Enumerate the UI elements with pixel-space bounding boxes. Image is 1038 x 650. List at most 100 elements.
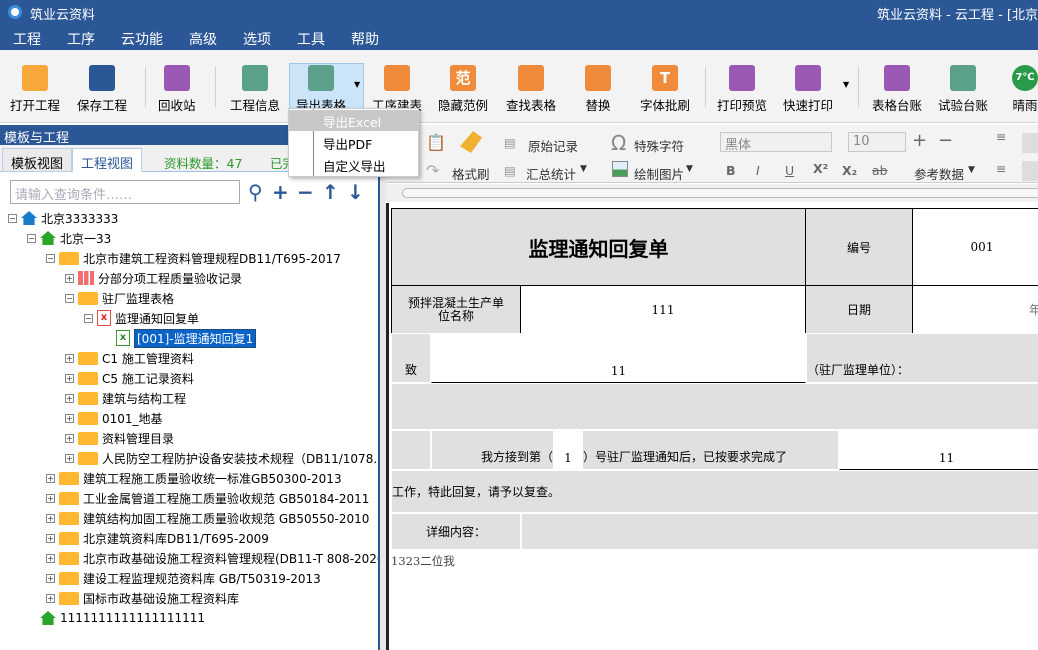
increase-font-icon[interactable]: + <box>912 130 927 151</box>
chevron-down-icon[interactable]: ▼ <box>354 80 360 89</box>
superscript-button[interactable]: X² <box>813 161 828 176</box>
tree-node[interactable]: − 北京市建筑工程资料管理规程DB11/T695-2017 <box>46 248 341 268</box>
tree-node[interactable]: + C5 施工记录资料 <box>65 368 194 388</box>
toolbar-button-font-brush[interactable]: T 字体批刷 <box>640 62 690 114</box>
toolbar-button-ledger[interactable]: 表格台账 <box>872 62 922 114</box>
expand-icon[interactable]: + <box>46 573 55 583</box>
tree-node[interactable]: + C1 施工管理资料 <box>65 348 194 368</box>
tree-node[interactable]: − 驻厂监理表格 <box>65 288 174 308</box>
subscript-button[interactable]: X₂ <box>842 163 857 178</box>
chevron-down-icon[interactable]: ▼ <box>580 164 587 174</box>
menu-tools[interactable]: 工具 <box>284 25 338 50</box>
tree-node[interactable]: + 北京建筑资料库DB11/T695-2009 <box>46 528 269 548</box>
tree-node[interactable]: + 分部分项工程质量验收记录 <box>65 268 242 288</box>
tree-node[interactable]: 1111111111111111111 <box>27 608 205 628</box>
menu-process[interactable]: 工序 <box>54 25 108 50</box>
menu-item-export-pdf[interactable]: 导出PDF <box>289 132 418 153</box>
align-center-icon[interactable] <box>1022 161 1038 181</box>
horizontal-scrollbar[interactable] <box>386 184 1038 202</box>
toolbar-button-info[interactable]: 工程信息 <box>230 62 280 114</box>
toolbar-button-search-table[interactable]: 查找表格 <box>506 62 556 114</box>
expand-icon[interactable]: + <box>65 273 74 283</box>
paste-icon[interactable]: 📋 <box>426 133 446 152</box>
arrow-up-icon[interactable]: ↑ <box>322 180 339 204</box>
tree-node[interactable]: + 建筑工程施工质量验收统一标准GB50300-2013 <box>46 468 342 488</box>
tab-project-view[interactable]: 工程视图 <box>72 148 143 172</box>
tree-node[interactable]: − x 监理通知回复单 <box>84 308 199 328</box>
menu-item-custom-export[interactable]: 自定义导出 <box>289 154 418 175</box>
expand-icon[interactable]: + <box>46 513 55 523</box>
toolbar-button-example[interactable]: 范隐藏范例 <box>438 62 488 114</box>
menu-options[interactable]: 选项 <box>230 25 284 50</box>
toolbar-button-replace[interactable]: 替换 <box>585 62 611 114</box>
toolbar-button-folder-open[interactable]: 打开工程 <box>10 62 60 114</box>
search-icon[interactable]: ⚲ <box>248 180 263 204</box>
expand-icon[interactable]: + <box>65 453 74 463</box>
toolbar-button-calendar-check[interactable]: 试验台账 <box>938 62 988 114</box>
original-record-button[interactable]: 原始记录 <box>528 136 578 155</box>
toolbar-button-layers[interactable]: 工序建表 <box>372 62 422 114</box>
tree-node[interactable]: − 北京3333333 <box>8 208 118 228</box>
add-icon[interactable]: + <box>272 180 289 204</box>
expand-icon[interactable]: + <box>65 353 74 363</box>
menu-cloud[interactable]: 云功能 <box>108 25 176 50</box>
detail-value[interactable]: 1323二位我 <box>391 553 455 569</box>
tree-node[interactable]: + 国标市政基础设施工程资料库 <box>46 588 239 608</box>
menu-project[interactable]: 工程 <box>0 25 54 50</box>
expand-icon[interactable]: + <box>65 433 74 443</box>
special-char-button[interactable]: 特殊字符 <box>634 136 684 155</box>
align-left-icon[interactable]: ≡ <box>996 161 1006 176</box>
tree-node[interactable]: + 人民防空工程防护设备安装技术规程（DB11/1078.1- <box>65 448 389 468</box>
menu-advanced[interactable]: 高级 <box>176 25 230 50</box>
collapse-icon[interactable]: − <box>27 233 36 243</box>
panel-splitter[interactable] <box>378 125 386 650</box>
collapse-icon[interactable]: − <box>46 253 55 263</box>
notice-number[interactable]: 1 <box>554 430 582 470</box>
expand-icon[interactable]: + <box>65 373 74 383</box>
tree-node[interactable]: + 建筑结构加固工程施工质量验收规范 GB50550-2010 <box>46 508 369 528</box>
scrollbar-thumb[interactable] <box>402 188 1038 198</box>
expand-icon[interactable]: + <box>46 493 55 503</box>
date-value[interactable]: 年 <box>912 285 1038 334</box>
expand-icon[interactable]: + <box>46 553 55 563</box>
tree-node[interactable]: +0101_地基 <box>65 408 163 428</box>
format-brush-icon[interactable] <box>460 131 482 153</box>
toolbar-button-printer[interactable]: 快速打印 <box>783 62 833 114</box>
bold-button[interactable]: B <box>726 163 736 178</box>
unit-value[interactable]: 111 <box>520 285 806 334</box>
tab-template-view[interactable]: 模板视图 <box>2 148 73 172</box>
arrow-down-icon[interactable]: ↓ <box>347 180 364 204</box>
chevron-down-icon[interactable]: ▼ <box>843 80 849 89</box>
expand-icon[interactable]: + <box>46 593 55 603</box>
font-select[interactable]: 黑体 <box>720 132 832 153</box>
tree-node[interactable]: + 北京市政基础设施工程资料管理规程(DB11-T 808-2020) <box>46 548 389 568</box>
decrease-font-icon[interactable]: − <box>938 130 953 151</box>
chevron-down-icon[interactable]: ▼ <box>686 164 693 174</box>
tree-node[interactable]: + 建设工程监理规范资料库 GB/T50319-2013 <box>46 568 321 588</box>
toolbar-button-save[interactable]: 保存工程 <box>77 62 127 114</box>
tree-node[interactable]: x [001]-监理通知回复1 <box>103 328 257 348</box>
menu-help[interactable]: 帮助 <box>338 25 392 50</box>
underline-button[interactable]: U <box>785 163 794 178</box>
collapse-icon[interactable]: − <box>8 213 17 223</box>
to-value[interactable]: 11 <box>431 333 806 383</box>
redo-icon[interactable]: ↷ <box>426 161 439 180</box>
draw-image-button[interactable]: 绘制图片 <box>634 164 684 183</box>
tree-node[interactable]: + 资料管理目录 <box>65 428 174 448</box>
number-value[interactable]: 001 <box>912 208 1038 286</box>
minus-icon[interactable]: − <box>297 180 314 204</box>
summary-button[interactable]: 汇总统计 <box>526 164 576 183</box>
toolbar-button-trash[interactable]: 回收站 <box>158 62 196 114</box>
align-left-icon[interactable]: ≡ <box>996 129 1006 144</box>
font-size-select[interactable]: 10 <box>848 132 906 152</box>
expand-icon[interactable]: + <box>65 393 74 403</box>
expand-icon[interactable]: + <box>65 413 74 423</box>
tree-node[interactable]: − 北京一33 <box>27 228 111 248</box>
italic-button[interactable]: I <box>756 163 760 178</box>
format-brush-button[interactable]: 格式刷 <box>452 164 490 183</box>
toolbar-button-eye[interactable]: 打印预览 <box>717 62 767 114</box>
search-input[interactable]: 请输入查询条件…… <box>10 180 240 204</box>
align-center-icon[interactable] <box>1022 133 1038 153</box>
tree-node[interactable]: + 建筑与结构工程 <box>65 388 186 408</box>
collapse-icon[interactable]: − <box>84 313 93 323</box>
